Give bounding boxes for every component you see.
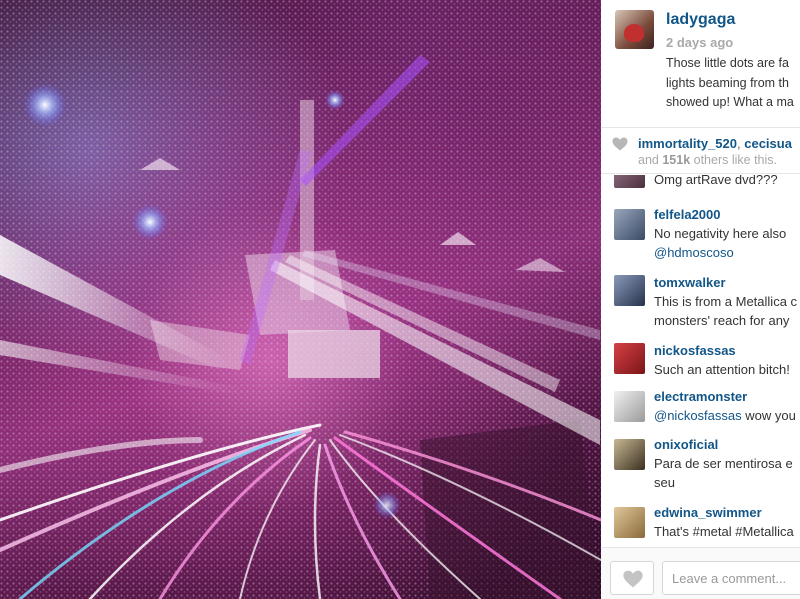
likes-count-text: and 151k others like this.: [638, 153, 777, 167]
comment-mention: @hdmoscoso: [654, 243, 734, 263]
heart-icon: [612, 137, 628, 151]
post-photo[interactable]: [0, 0, 601, 599]
caption-line: showed up! What a ma: [666, 95, 794, 109]
comment-text: No negativity here also: [654, 226, 787, 241]
commenter-username[interactable]: electramonster: [654, 389, 747, 404]
author-username[interactable]: ladygaga: [666, 11, 735, 29]
comment-text: monsters' reach for any: [654, 313, 790, 328]
comment-text: This is from a Metallica c: [654, 294, 798, 309]
commenter-username[interactable]: felfela2000: [654, 207, 721, 222]
caption-line: lights beaming from th: [666, 75, 789, 90]
comment-item: felfela2000 No negativity here also @hdm…: [601, 207, 800, 267]
comment-text: That's #metal #Metallica: [654, 524, 794, 539]
commenter-username[interactable]: nickosfassas: [654, 343, 736, 358]
mention-link[interactable]: @hdmoscoso: [654, 245, 734, 260]
commenter-avatar[interactable]: [614, 439, 645, 470]
liker-link[interactable]: cecisua: [744, 136, 792, 151]
comment-text-rest: wow you: [741, 408, 796, 423]
commenter-avatar[interactable]: [614, 209, 645, 240]
comment-text: Para de ser mentirosa e: [654, 456, 793, 471]
comment-item: Omg artRave dvd???: [601, 175, 800, 195]
mention-link[interactable]: @nickosfassas: [654, 408, 742, 423]
liker-link[interactable]: immortality_520: [638, 136, 737, 151]
commenter-avatar[interactable]: [614, 507, 645, 538]
comment-item: electramonster @nickosfassas wow you: [601, 389, 800, 429]
comment-item: nickosfassas Such an attention bitch!: [601, 343, 800, 383]
author-avatar[interactable]: [615, 10, 654, 49]
post-sidebar: ladygaga 2 days ago Those little dots ar…: [601, 0, 800, 599]
comment-input[interactable]: [662, 561, 800, 595]
caption-line: Those little dots are fa: [666, 56, 789, 70]
comment-item: onixoficial Para de ser mentirosa e seu: [601, 437, 800, 497]
like-button[interactable]: [610, 561, 654, 595]
commenter-avatar[interactable]: [614, 391, 645, 422]
concert-image: [0, 0, 601, 599]
likes-count[interactable]: 151k: [662, 153, 690, 167]
post-caption: Those little dots are fa lights beaming …: [666, 54, 794, 113]
post-timestamp[interactable]: 2 days ago: [666, 35, 733, 50]
likes-others: others like this.: [690, 153, 777, 167]
commenter-avatar[interactable]: [614, 275, 645, 306]
commenter-username[interactable]: edwina_swimmer: [654, 505, 762, 520]
heart-icon: [623, 570, 643, 588]
likes-and: and: [638, 153, 663, 167]
likes-summary: immortality_520, cecisua and 151k others…: [601, 128, 800, 174]
likers-list: immortality_520, cecisua: [638, 136, 792, 151]
commenter-username[interactable]: onixoficial: [654, 437, 718, 452]
comment-item: tomxwalker This is from a Metallica c mo…: [601, 275, 800, 335]
comment-text: seu: [654, 475, 675, 490]
commenter-avatar[interactable]: [614, 175, 645, 188]
post-header: ladygaga 2 days ago Those little dots ar…: [601, 0, 800, 128]
commenter-avatar[interactable]: [614, 343, 645, 374]
comment-footer: [601, 547, 800, 599]
comment-text: Omg artRave dvd???: [654, 175, 778, 187]
comment-text: @nickosfassas wow you: [654, 406, 796, 426]
comment-item: edwina_swimmer That's #metal #Metallica: [601, 505, 800, 545]
commenter-username[interactable]: tomxwalker: [654, 275, 726, 290]
comments-list[interactable]: Omg artRave dvd??? felfela2000 No negati…: [601, 175, 800, 547]
comment-text: Such an attention bitch!: [654, 362, 790, 377]
